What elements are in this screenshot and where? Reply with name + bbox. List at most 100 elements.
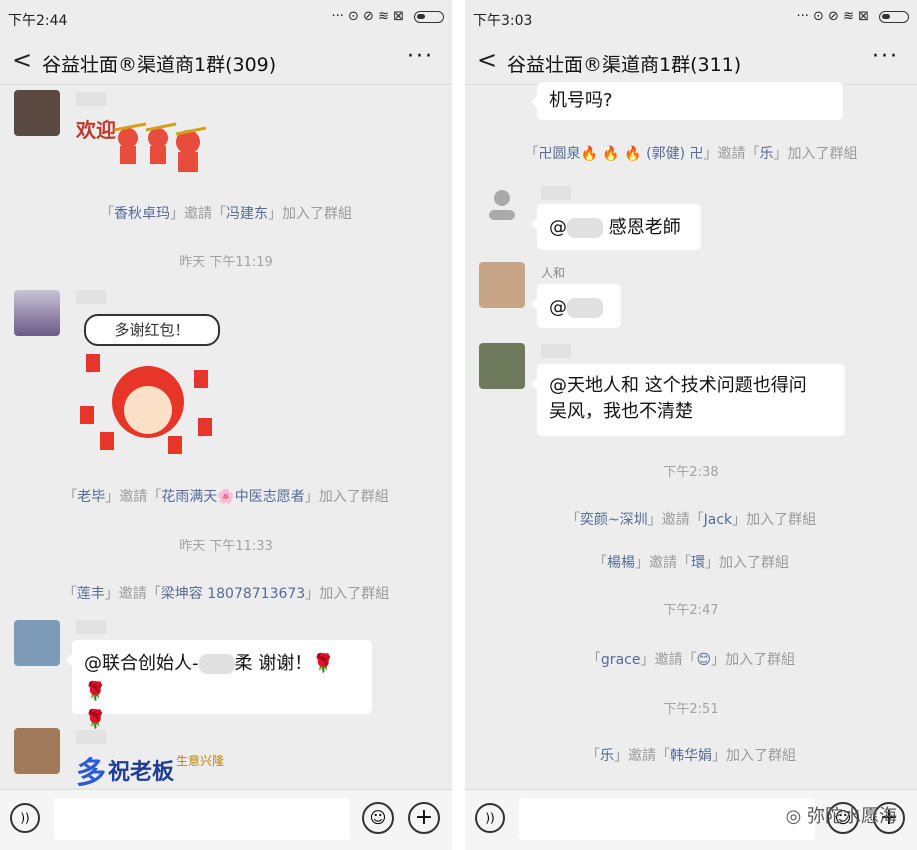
message-line: 吴风，我也不清楚 [549, 401, 693, 422]
default-user-icon [489, 190, 515, 220]
system-invite-message: 「香秋卓玛」邀請「冯建东」加入了群組 [100, 206, 352, 222]
right-chat-screen: 下午3:03 ··· ⊙ ⊘ ≋ ⊠ < 谷益壮面®渠道商1群(311) ···… [465, 0, 917, 850]
invitee-name[interactable]: 冯建东 [226, 206, 268, 222]
message-bubble[interactable]: @ 感恩老師 [531, 204, 701, 250]
voice-input-icon[interactable]: )) [475, 803, 505, 833]
invitee-name[interactable]: 😊 [696, 652, 711, 668]
thanks-red-packet-sticker[interactable]: 多谢红包！ [76, 310, 226, 460]
message-bubble[interactable]: @ [531, 284, 621, 328]
sender-nickname [541, 186, 571, 200]
avatar[interactable] [14, 290, 60, 336]
invitee-name[interactable]: 韩华娟 [670, 748, 712, 764]
chat-title: 谷益壮面®渠道商1群(311) [507, 54, 742, 76]
sender-nickname [541, 344, 571, 358]
invite-verb: 邀請 [654, 652, 683, 668]
status-time: 下午3:03 [473, 13, 533, 29]
message-text: @联合创始人- [84, 653, 199, 674]
status-icons: ··· ⊙ ⊘ ≋ ⊠ [797, 9, 909, 24]
invite-suffix: 加入了群組 [725, 652, 796, 668]
invite-suffix: 加入了群組 [282, 206, 352, 222]
sender-nickname: 人和 [541, 266, 566, 280]
avatar[interactable] [479, 343, 525, 389]
watermark: ◎ 弥陀水愿海 [786, 802, 897, 828]
avatar[interactable] [479, 180, 525, 226]
sender-nickname [76, 290, 106, 304]
invitee-name[interactable]: 乐 [760, 146, 774, 162]
timestamp: 下午2:47 [663, 603, 719, 618]
system-invite-message: 「莲丰」邀請「梁坤容 18078713673」加入了群組 [62, 586, 390, 602]
back-button[interactable]: < [477, 46, 497, 74]
blessing-sticker[interactable]: 多 祝老板 生意兴隆 [76, 748, 256, 791]
invitee-name[interactable]: Jack [704, 512, 733, 528]
inviter-name[interactable]: 楊楊 [607, 555, 635, 571]
emoji-icon[interactable]: ☺ [362, 802, 394, 834]
system-invite-message: 「grace」邀請「😊」加入了群組 [586, 652, 796, 668]
more-options-button[interactable]: ··· [872, 44, 899, 69]
message-line: @联合创始人- 柔 谢谢！🌹 🌹 [84, 650, 360, 706]
sticker-text: 多 [76, 756, 106, 791]
inviter-name[interactable]: 莲丰 [77, 586, 105, 602]
invite-verb: 邀請 [184, 206, 212, 222]
sender-nickname [76, 92, 106, 106]
invitee-name[interactable]: 環 [691, 555, 705, 571]
invite-suffix: 加入了群組 [719, 555, 789, 571]
inviter-name[interactable]: 老毕 [77, 489, 105, 505]
sticker-text: 生意兴隆 [176, 754, 225, 768]
timestamp: 下午2:51 [663, 702, 719, 717]
system-invite-message: 「老毕」邀請「花雨满天🌸中医志愿者」加入了群組 [63, 489, 389, 505]
invite-verb: 邀請 [119, 489, 148, 505]
blurred-text [198, 654, 235, 674]
invite-suffix: 加入了群組 [319, 586, 390, 602]
message-line: 🌹 [84, 709, 107, 730]
inviter-name[interactable]: 乐 [600, 748, 614, 764]
system-invite-message: 「奕颜~深圳」邀請「Jack」加入了群組 [565, 512, 817, 528]
avatar[interactable] [14, 728, 60, 774]
message-bubble[interactable]: @天地人和 这个技术问题也得问 吴风，我也不清楚 [531, 364, 845, 436]
avatar[interactable] [14, 620, 60, 666]
welcome-sticker[interactable]: 欢迎 [76, 108, 216, 180]
inviter-name[interactable]: grace [601, 652, 641, 668]
message-text: 感恩老師 [603, 217, 681, 238]
message-bubble[interactable]: @联合创始人- 柔 谢谢！🌹 🌹 🌹 [66, 640, 372, 730]
timestamp: 下午2:38 [663, 465, 719, 480]
invite-verb: 邀請 [649, 555, 677, 571]
avatar[interactable] [479, 262, 525, 308]
invitee-name[interactable]: 梁坤容 18078713673 [161, 586, 305, 602]
chat-title: 谷益壮面®渠道商1群(309) [42, 54, 277, 76]
status-icons: ··· ⊙ ⊘ ≋ ⊠ [332, 9, 444, 24]
plus-icon[interactable]: + [408, 802, 440, 834]
message-bubble[interactable]: 机号吗? [531, 82, 843, 120]
inviter-name[interactable]: 香秋卓玛 [114, 206, 170, 222]
invite-verb: 邀請 [717, 146, 746, 162]
inviter-name-suffix[interactable]: (郭健) 卍 [646, 146, 703, 162]
invite-suffix: 加入了群組 [787, 146, 858, 162]
system-invite-message: 「卍圆泉🔥 🔥 🔥 (郭健) 卍」邀請「乐」加入了群組 [524, 146, 858, 162]
invite-suffix: 加入了群組 [318, 489, 389, 505]
timestamp: 昨天 下午11:19 [179, 255, 273, 270]
sticker-text: 祝老板 [108, 760, 175, 785]
inviter-name[interactable]: 卍圆泉 [538, 146, 580, 162]
system-invite-message: 「乐」邀請「韩华娟」加入了群組 [586, 748, 796, 764]
voice-input-icon[interactable]: )) [10, 803, 40, 833]
blurred-text [567, 218, 603, 238]
battery-icon [414, 10, 444, 23]
message-input[interactable] [519, 798, 815, 840]
back-button[interactable]: < [12, 46, 32, 74]
input-bar: )) ☺ + [0, 789, 452, 850]
message-line: @天地人和 这个技术问题也得问 [549, 375, 807, 396]
invitee-name[interactable]: 花雨满天🌸中医志愿者 [161, 489, 304, 505]
message-input[interactable] [54, 798, 350, 840]
status-bar: 下午3:03 ··· ⊙ ⊘ ≋ ⊠ [465, 0, 917, 36]
sender-nickname [76, 730, 106, 744]
avatar[interactable] [14, 90, 60, 136]
message-text: @ [549, 217, 567, 238]
inviter-name[interactable]: 奕颜~深圳 [580, 512, 648, 528]
wechat-icon: ◎ [785, 806, 807, 827]
more-options-button[interactable]: ··· [407, 44, 434, 69]
sender-nickname [76, 620, 106, 634]
chat-header: < 谷益壮面®渠道商1群(309) ··· [0, 38, 452, 85]
battery-icon [879, 10, 909, 23]
invite-verb: 邀請 [118, 586, 147, 602]
invite-suffix: 加入了群組 [746, 512, 817, 528]
status-time: 下午2:44 [8, 13, 68, 29]
